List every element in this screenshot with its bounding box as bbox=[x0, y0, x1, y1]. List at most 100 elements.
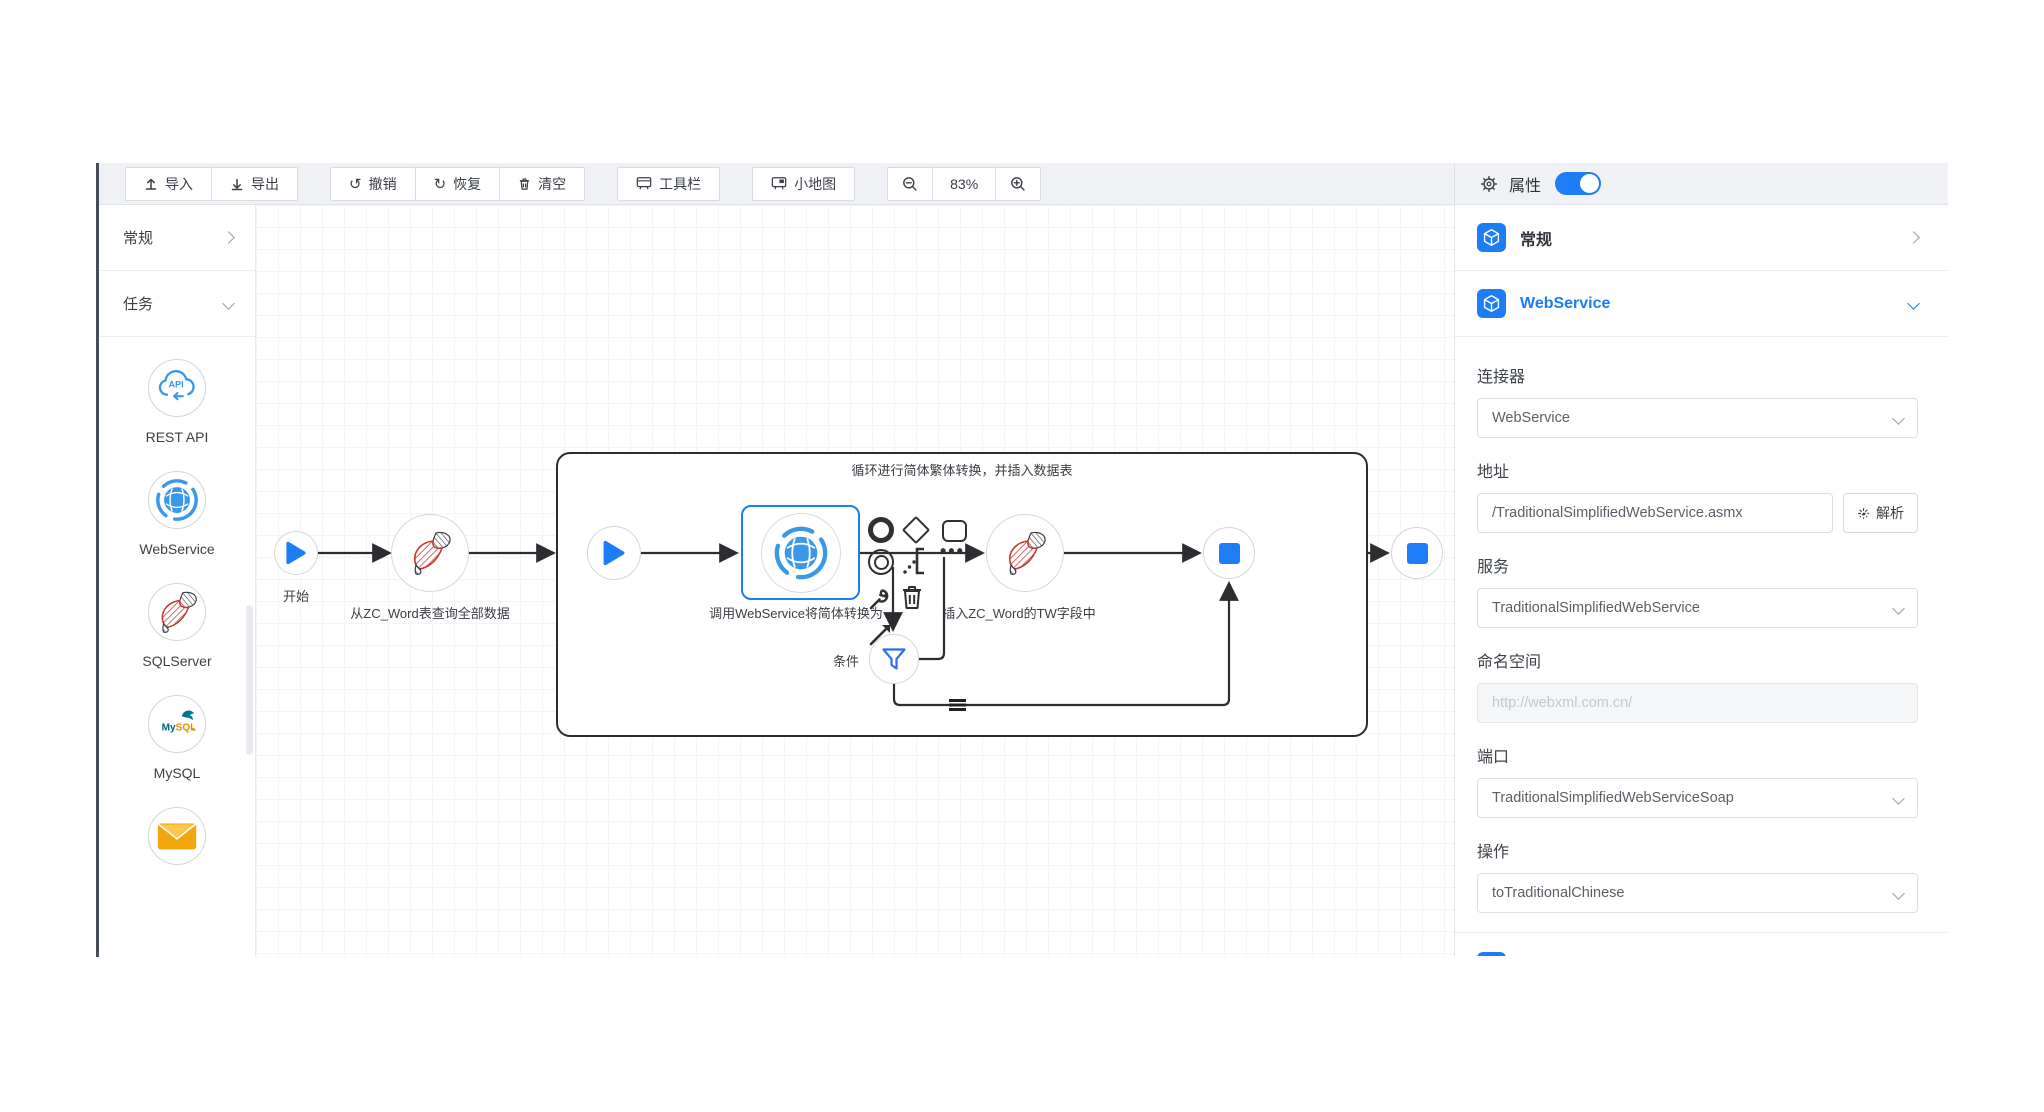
properties-panel: 常规 WebService 连接器 WebService 地址 bbox=[1454, 205, 1948, 956]
more-options-icon[interactable]: ••• bbox=[940, 541, 965, 562]
sqlserver-icon bbox=[406, 529, 454, 577]
zoom-in-button[interactable] bbox=[995, 167, 1041, 201]
square-shape-icon[interactable] bbox=[942, 520, 967, 542]
loop-start-node[interactable] bbox=[587, 526, 641, 580]
history-group: ↺撤销 ↻恢复 清空 bbox=[330, 167, 585, 201]
condition-node[interactable] bbox=[869, 634, 919, 684]
chevron-down-icon bbox=[1892, 412, 1905, 425]
sql-query-node-label: 从ZC_Word表查询全部数据 bbox=[350, 603, 509, 622]
database-icon bbox=[1477, 952, 1506, 957]
circle-shape-icon[interactable] bbox=[868, 517, 894, 543]
webservice-node-selected[interactable] bbox=[741, 505, 860, 600]
redo-icon: ↻ bbox=[434, 175, 447, 193]
port-select[interactable]: TraditionalSimplifiedWebServiceSoap bbox=[1477, 778, 1918, 818]
operation-select[interactable]: toTraditionalChinese bbox=[1477, 873, 1918, 913]
properties-title: 属性 bbox=[1509, 172, 1541, 196]
zoom-level[interactable]: 83% bbox=[932, 167, 996, 201]
zoom-out-icon bbox=[902, 176, 918, 192]
import-label: 导入 bbox=[165, 174, 193, 194]
export-label: 导出 bbox=[251, 174, 279, 194]
export-icon bbox=[230, 177, 244, 191]
export-button[interactable]: 导出 bbox=[211, 167, 298, 201]
toolbar-toggle-group: 工具栏 bbox=[617, 167, 720, 201]
sql-insert-node[interactable] bbox=[986, 514, 1064, 592]
spark-icon bbox=[1857, 507, 1870, 520]
filter-icon bbox=[879, 644, 909, 674]
webservice-node-label: 调用WebService将简体转换为 bbox=[709, 603, 883, 622]
section-webservice-label: WebService bbox=[1520, 295, 1909, 313]
import-icon bbox=[144, 177, 158, 191]
palette-item-mysql[interactable]: MySQL MySQL bbox=[148, 695, 206, 781]
namespace-input bbox=[1477, 683, 1918, 723]
double-circle-shape-icon[interactable] bbox=[868, 549, 894, 575]
bracket-icon[interactable] bbox=[900, 545, 930, 582]
chevron-right-icon bbox=[222, 231, 235, 244]
palette-item-mail[interactable] bbox=[148, 807, 206, 877]
clear-button[interactable]: 清空 bbox=[499, 167, 585, 201]
clear-label: 清空 bbox=[538, 174, 566, 194]
cloud-api-icon: API bbox=[148, 359, 206, 417]
palette-item-label: WebService bbox=[139, 541, 214, 557]
palette-item-label: REST API bbox=[146, 429, 209, 445]
mysql-icon: MySQL bbox=[148, 695, 206, 753]
port-label: 端口 bbox=[1477, 743, 1918, 767]
sqlserver-icon bbox=[148, 583, 206, 641]
section-data-io[interactable]: 数据I/O bbox=[1455, 933, 1948, 956]
edge-menu-marker bbox=[949, 699, 966, 711]
start-node-label: 开始 bbox=[283, 586, 309, 605]
sql-query-node[interactable] bbox=[391, 514, 469, 592]
minimap-label: 小地图 bbox=[794, 174, 836, 194]
connector-select[interactable]: WebService bbox=[1477, 398, 1918, 438]
properties-toggle[interactable] bbox=[1555, 172, 1601, 195]
webservice-fields: 连接器 WebService 地址 解析 服务 TraditionalSimpl… bbox=[1455, 337, 1948, 933]
canvas-toolbar: 导入 导出 ↺撤销 ↻恢复 清空 bbox=[99, 163, 1454, 204]
palette-item-sqlserver[interactable]: SQLServer bbox=[142, 583, 211, 669]
chevron-down-icon bbox=[1907, 297, 1920, 310]
cube-icon bbox=[1477, 289, 1506, 318]
play-icon bbox=[602, 540, 626, 566]
undo-button[interactable]: ↺撤销 bbox=[330, 167, 416, 201]
zoom-out-button[interactable] bbox=[887, 167, 933, 201]
loop-end-node[interactable] bbox=[1203, 527, 1255, 579]
chevron-down-icon bbox=[1892, 887, 1905, 900]
toolbar-toggle-button[interactable]: 工具栏 bbox=[617, 167, 720, 201]
end-node[interactable] bbox=[1391, 527, 1443, 579]
section-general-label: 常规 bbox=[1520, 226, 1909, 250]
flow-designer-app: 导入 导出 ↺撤销 ↻恢复 清空 bbox=[96, 163, 1948, 957]
palette-item-rest-api[interactable]: API REST API bbox=[146, 359, 209, 445]
service-select[interactable]: TraditionalSimplifiedWebService bbox=[1477, 588, 1918, 628]
loop-title: 循环进行简体繁体转换，并插入数据表 bbox=[851, 460, 1072, 479]
delete-icon[interactable] bbox=[900, 583, 924, 616]
section-general[interactable]: 常规 bbox=[1455, 205, 1948, 271]
section-data-io-label: 数据I/O bbox=[1520, 954, 1909, 956]
import-export-group: 导入 导出 bbox=[125, 167, 298, 201]
parse-button[interactable]: 解析 bbox=[1843, 493, 1918, 533]
diamond-shape-icon[interactable] bbox=[902, 516, 930, 544]
chevron-down-icon bbox=[222, 297, 235, 310]
redo-button[interactable]: ↻恢复 bbox=[415, 167, 501, 201]
divider bbox=[1455, 913, 1948, 933]
section-webservice[interactable]: WebService bbox=[1455, 271, 1948, 337]
palette-item-label: SQLServer bbox=[142, 653, 211, 669]
chevron-down-icon bbox=[1892, 602, 1905, 615]
sidebar-scrollbar[interactable] bbox=[246, 605, 253, 755]
palette-group-task-label: 任务 bbox=[123, 293, 153, 314]
sqlserver-icon bbox=[1001, 529, 1049, 577]
chevron-right-icon bbox=[1907, 231, 1920, 244]
import-button[interactable]: 导入 bbox=[125, 167, 212, 201]
stop-icon bbox=[1407, 543, 1428, 564]
globe-icon bbox=[761, 513, 841, 593]
palette-group-general-label: 常规 bbox=[123, 227, 153, 248]
minimap-button[interactable]: 小地图 bbox=[752, 167, 855, 201]
condition-node-label: 条件 bbox=[833, 651, 859, 670]
palette-items: API REST API WebService bbox=[99, 337, 255, 903]
flow-canvas[interactable]: 循环进行简体繁体转换，并插入数据表 ••• bbox=[256, 205, 1454, 956]
undo-label: 撤销 bbox=[369, 174, 397, 194]
palette-group-task[interactable]: 任务 bbox=[99, 271, 255, 337]
palette-item-webservice[interactable]: WebService bbox=[139, 471, 214, 557]
start-node[interactable] bbox=[274, 531, 318, 575]
connector-label: 连接器 bbox=[1477, 363, 1918, 387]
address-input[interactable] bbox=[1477, 493, 1833, 533]
palette-group-general[interactable]: 常规 bbox=[99, 205, 255, 271]
service-label: 服务 bbox=[1477, 553, 1918, 577]
